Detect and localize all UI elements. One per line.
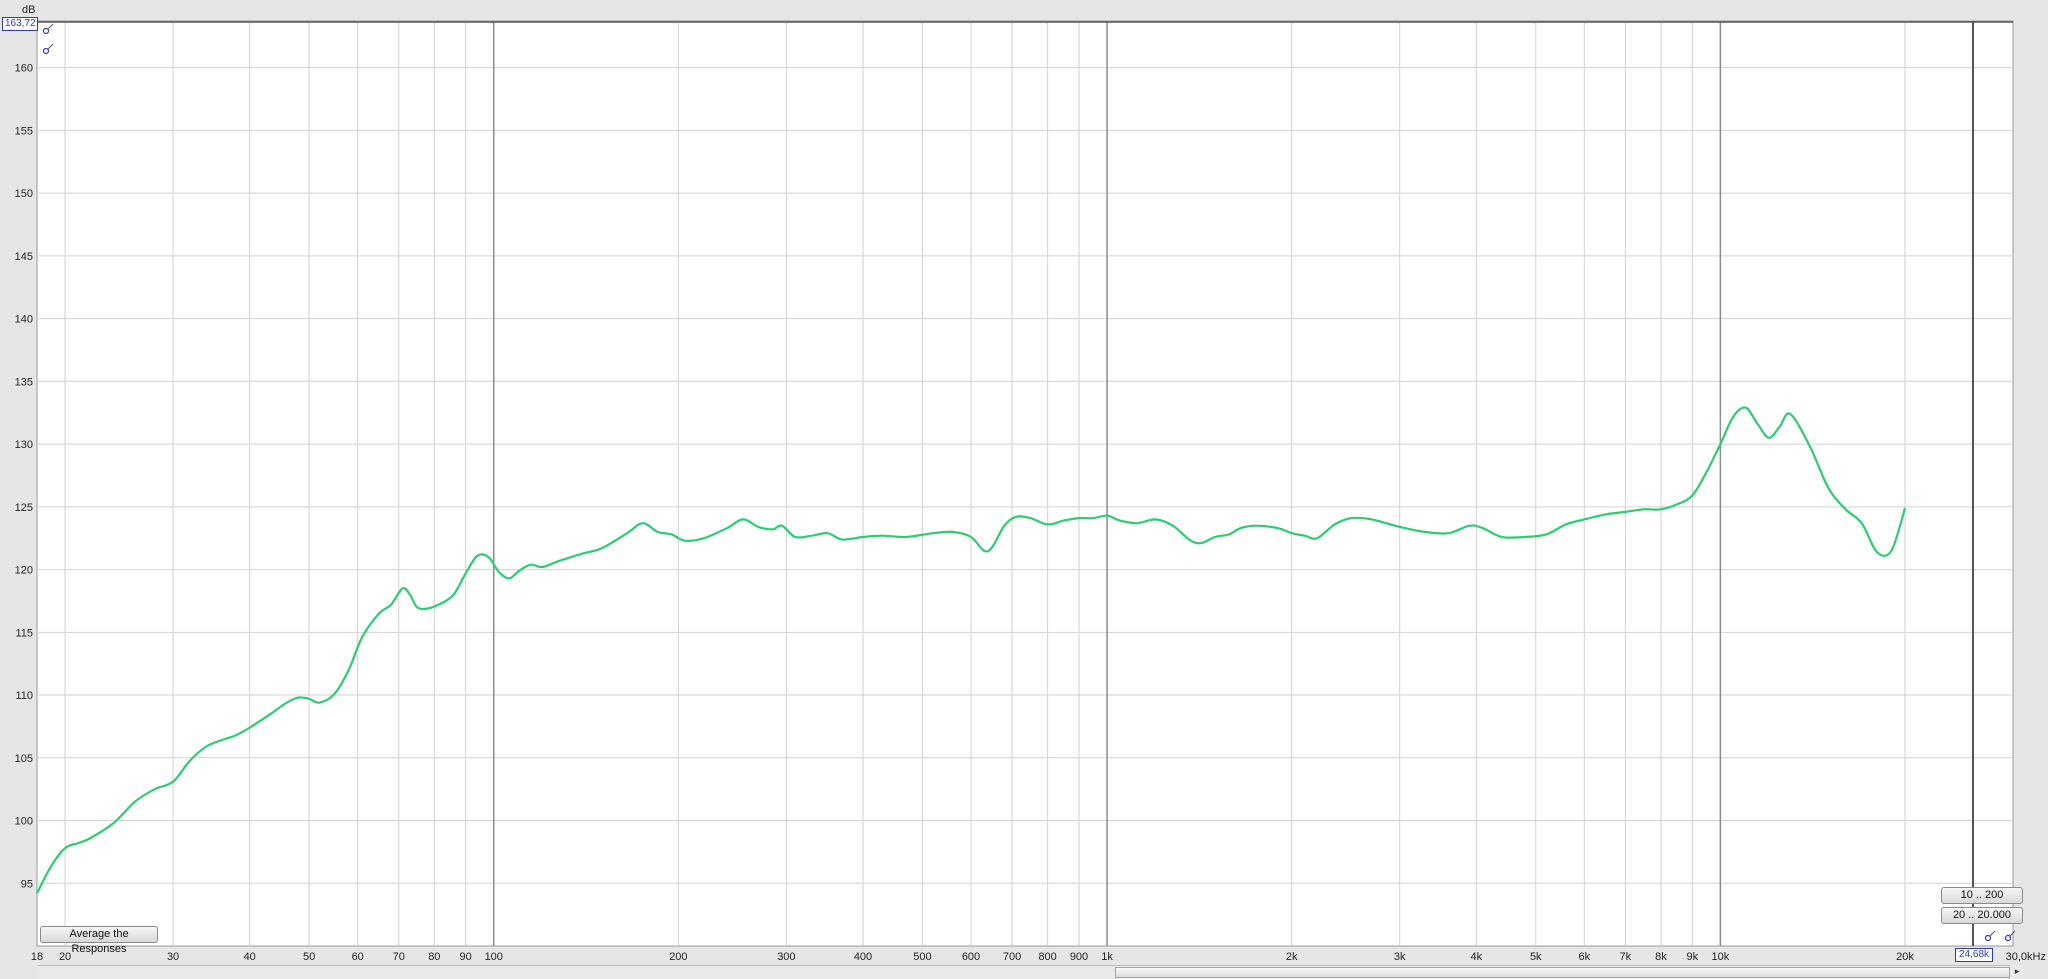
x-tick-label: 90 bbox=[460, 951, 472, 963]
y-tick-label: 125 bbox=[15, 502, 33, 514]
y-tick-label: 110 bbox=[15, 690, 33, 702]
x-tick-label: 6k bbox=[1579, 951, 1591, 963]
horizontal-scrollbar-thumb[interactable] bbox=[1115, 967, 2010, 978]
x-tick-label: 400 bbox=[854, 951, 872, 963]
range-20-20000-button[interactable]: 20 .. 20.000 bbox=[1941, 907, 2023, 924]
y-tick-label: 115 bbox=[15, 627, 33, 639]
plot-background bbox=[36, 20, 2014, 947]
x-tick-label: 20k bbox=[1896, 951, 1914, 963]
x-tick-label: 20 bbox=[59, 951, 71, 963]
y-tick-label: 140 bbox=[15, 314, 33, 326]
y-tick-label: 160 bbox=[15, 63, 33, 75]
x-tick-label: 9k bbox=[1686, 951, 1698, 963]
x-tick-label: 60 bbox=[352, 951, 364, 963]
x-tick-label: 7k bbox=[1620, 951, 1632, 963]
x-tick-label: 8k bbox=[1655, 951, 1667, 963]
x-tick-label: 500 bbox=[913, 951, 931, 963]
x-zoom-in-icon[interactable] bbox=[1984, 930, 1996, 942]
scroll-right-arrow-icon[interactable]: ▸ bbox=[2010, 965, 2024, 978]
y-tick-label: 105 bbox=[15, 753, 33, 765]
y-zoom-in-icon[interactable] bbox=[42, 23, 54, 35]
y-unit-label: dB bbox=[22, 4, 35, 16]
x-tick-label: 900 bbox=[1070, 951, 1088, 963]
x-tick-label: 30,0kHz bbox=[2006, 951, 2046, 963]
x-tick-label: 30 bbox=[167, 951, 179, 963]
horizontal-scrollbar[interactable] bbox=[38, 965, 2014, 979]
x-tick-label: 200 bbox=[669, 951, 687, 963]
average-responses-button[interactable]: Average the Responses bbox=[40, 926, 158, 955]
x-tick-label: 700 bbox=[1003, 951, 1021, 963]
y-axis-ticks: 95 100 105 110 115 120 125 130 135 140 145 150 155 16… bbox=[15, 63, 33, 891]
y-tick-label: 135 bbox=[15, 376, 33, 388]
y-tick-label: 155 bbox=[15, 125, 33, 137]
y-tick-label: 95 bbox=[21, 878, 33, 890]
y-tick-label: 130 bbox=[15, 439, 33, 451]
x-tick-label: 2k bbox=[1286, 951, 1298, 963]
y-zoom-out-icon[interactable] bbox=[42, 43, 54, 55]
x-tick-label: 300 bbox=[777, 951, 795, 963]
x-axis-ticks: 18 20 30 40 50 60 70 80 90 100 200 300 400 500 600 700 8… bbox=[31, 951, 2046, 963]
x-tick-label: 100 bbox=[485, 951, 503, 963]
y-tick-label: 150 bbox=[15, 188, 33, 200]
y-max-readout[interactable]: 163,72 bbox=[2, 17, 38, 31]
x-tick-label: 800 bbox=[1038, 951, 1056, 963]
x-tick-label: 18 bbox=[31, 951, 43, 963]
x-tick-label: 50 bbox=[303, 951, 315, 963]
x-tick-label: 10k bbox=[1712, 951, 1730, 963]
y-tick-label: 100 bbox=[15, 816, 33, 828]
x-zoom-out-icon[interactable] bbox=[2004, 930, 2016, 942]
x-tick-label: 70 bbox=[393, 951, 405, 963]
x-tick-label: 40 bbox=[244, 951, 256, 963]
chart: 95 100 105 110 115 120 125 130 135 140 145 150 155 16… bbox=[15, 4, 2046, 963]
y-tick-label: 145 bbox=[15, 251, 33, 263]
x-tick-label: 600 bbox=[962, 951, 980, 963]
x-max-readout[interactable]: 24,68k bbox=[1955, 948, 1993, 962]
x-tick-label: 4k bbox=[1471, 951, 1483, 963]
x-tick-label: 3k bbox=[1394, 951, 1406, 963]
y-tick-label: 120 bbox=[15, 565, 33, 577]
x-tick-label: 1k bbox=[1101, 951, 1113, 963]
x-tick-label: 80 bbox=[428, 951, 440, 963]
range-10-200-button[interactable]: 10 .. 200 bbox=[1941, 887, 2023, 904]
x-tick-label: 5k bbox=[1530, 951, 1542, 963]
